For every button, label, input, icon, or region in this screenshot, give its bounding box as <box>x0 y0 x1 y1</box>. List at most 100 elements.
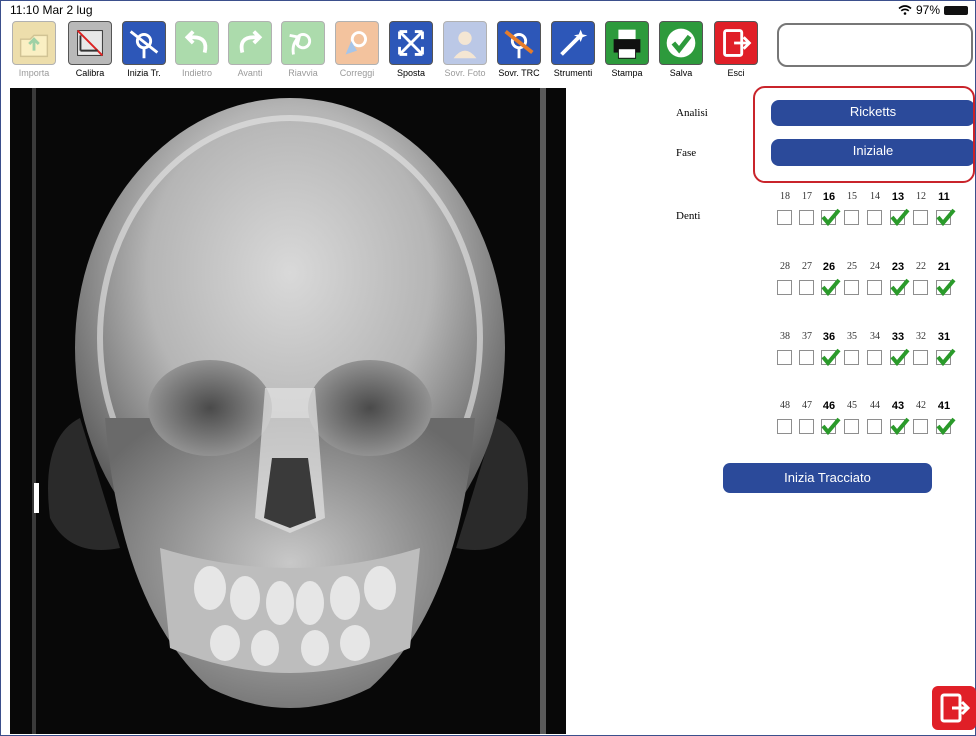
battery-percent: 97% <box>915 3 940 17</box>
tooth-checkbox[interactable] <box>913 280 928 295</box>
ruler-calibrate-icon <box>68 21 112 65</box>
exit-door-icon <box>714 21 758 65</box>
search-field[interactable] <box>777 23 973 67</box>
toolbar-button-sovr-trc[interactable]: Sovr. TRC <box>495 21 543 78</box>
tooth-number: 31 <box>937 331 951 343</box>
tooth-checkbox[interactable] <box>844 350 859 365</box>
tooth-checkbox[interactable] <box>799 350 814 365</box>
tooth-number: 18 <box>780 191 790 202</box>
tooth-checkbox[interactable] <box>890 278 910 297</box>
tooth-checkbox[interactable] <box>913 350 928 365</box>
checkmark-icon <box>936 417 956 436</box>
tooth-number: 41 <box>937 400 951 412</box>
tooth-checkbox[interactable] <box>867 210 882 225</box>
tooth-number: 36 <box>822 331 836 343</box>
checkmark-icon <box>890 348 910 367</box>
tooth-checkbox[interactable] <box>799 210 814 225</box>
toolbar-label: Stampa <box>611 68 643 78</box>
photo-overlay-icon <box>443 21 487 65</box>
tooth-checkbox[interactable] <box>913 210 928 225</box>
checkmark-icon <box>890 208 910 227</box>
tooth-checkbox[interactable] <box>867 350 882 365</box>
tooth-checkbox[interactable] <box>844 280 859 295</box>
toolbar-button-calibra[interactable]: Calibra <box>66 21 114 78</box>
checkmark-icon <box>890 417 910 436</box>
checkmark-save-icon <box>659 21 703 65</box>
start-tracing-button[interactable]: Inizia Tracciato <box>723 463 932 493</box>
checkmark-icon <box>936 348 956 367</box>
tooth-number: 38 <box>780 331 790 342</box>
tooth-checkbox[interactable] <box>777 419 792 434</box>
tooth-number: 45 <box>847 400 857 411</box>
tooth-checkbox[interactable] <box>890 208 910 227</box>
toolbar-button-sovr-foto[interactable]: Sovr. Foto <box>441 21 489 78</box>
tooth-checkbox[interactable] <box>867 419 882 434</box>
tooth-number: 33 <box>891 331 905 343</box>
tooth-number: 46 <box>822 400 836 412</box>
tooth-checkbox[interactable] <box>913 419 928 434</box>
tooth-checkbox[interactable] <box>821 417 841 436</box>
tooth-number: 26 <box>822 261 836 273</box>
tooth-checkbox[interactable] <box>936 208 956 227</box>
toolbar-label: Inizia Tr. <box>127 68 161 78</box>
tooth-number: 24 <box>870 261 880 272</box>
toolbar-button-stampa[interactable]: Stampa <box>603 21 651 78</box>
checkmark-icon <box>936 208 956 227</box>
tooth-number: 37 <box>802 331 812 342</box>
toolbar-label: Avanti <box>237 68 263 78</box>
toolbar-button-importa[interactable]: Importa <box>10 21 58 78</box>
tooth-checkbox[interactable] <box>777 280 792 295</box>
tooth-number: 17 <box>802 191 812 202</box>
toolbar-button-strumenti[interactable]: Strumenti <box>549 21 597 78</box>
tooth-checkbox[interactable] <box>936 417 956 436</box>
checkmark-icon <box>890 278 910 297</box>
toolbar-button-riavvia[interactable]: Riavvia <box>279 21 327 78</box>
tooth-checkbox[interactable] <box>936 348 956 367</box>
toolbar-button-indietro[interactable]: Indietro <box>173 21 221 78</box>
tooth-checkbox[interactable] <box>821 208 841 227</box>
exit-icon[interactable] <box>932 686 976 730</box>
toolbar-label: Calibra <box>75 68 105 78</box>
tooth-number: 13 <box>891 191 905 203</box>
tooth-number: 16 <box>822 191 836 203</box>
trace-start-icon <box>122 21 166 65</box>
tooth-checkbox[interactable] <box>844 419 859 434</box>
restart-icon <box>281 21 325 65</box>
tooth-checkbox[interactable] <box>844 210 859 225</box>
fase-label: Fase <box>676 147 697 159</box>
analisi-label: Analisi <box>676 107 708 119</box>
toolbar-label: Correggi <box>339 68 375 78</box>
wifi-icon <box>898 5 912 15</box>
trace-overlay-icon <box>497 21 541 65</box>
tooth-checkbox[interactable] <box>777 350 792 365</box>
toolbar-button-avanti[interactable]: Avanti <box>226 21 274 78</box>
tooth-checkbox[interactable] <box>821 278 841 297</box>
toolbar-button-salva[interactable]: Salva <box>657 21 705 78</box>
tooth-number: 14 <box>870 191 880 202</box>
toolbar-label: Sovr. Foto <box>444 68 486 78</box>
tooth-checkbox[interactable] <box>890 348 910 367</box>
toolbar-label: Indietro <box>181 68 213 78</box>
toolbar-button-inizia-tr[interactable]: Inizia Tr. <box>120 21 168 78</box>
tooth-number: 35 <box>847 331 857 342</box>
tooth-checkbox[interactable] <box>936 278 956 297</box>
tooth-checkbox[interactable] <box>799 280 814 295</box>
toolbar-button-correggi[interactable]: Correggi <box>333 21 381 78</box>
toolbar-label: Riavvia <box>288 68 318 78</box>
status-bar: 11:10 Mar 2 lug 97% <box>0 0 976 18</box>
tooth-number: 42 <box>916 400 926 411</box>
tooth-checkbox[interactable] <box>821 348 841 367</box>
toolbar-label: Esci <box>727 68 745 78</box>
toolbar-label: Sposta <box>396 68 426 78</box>
battery-icon <box>944 5 968 15</box>
denti-label: Denti <box>676 210 701 222</box>
magic-wand-icon <box>551 21 595 65</box>
tooth-checkbox[interactable] <box>799 419 814 434</box>
tooth-checkbox[interactable] <box>867 280 882 295</box>
tooth-checkbox[interactable] <box>777 210 792 225</box>
cephalometric-xray-image[interactable] <box>10 88 566 734</box>
tooth-checkbox[interactable] <box>890 417 910 436</box>
toolbar-button-esci[interactable]: Esci <box>712 21 760 78</box>
toolbar-label: Sovr. TRC <box>498 68 540 78</box>
toolbar-button-sposta[interactable]: Sposta <box>387 21 435 78</box>
